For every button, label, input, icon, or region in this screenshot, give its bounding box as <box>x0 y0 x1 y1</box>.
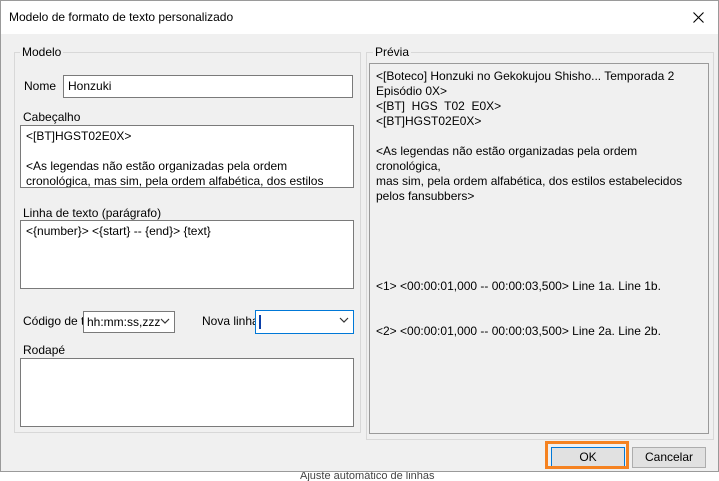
name-input[interactable]: Honzuki <box>63 75 353 98</box>
preview-group-label: Prévia <box>373 45 412 59</box>
footer-textarea[interactable] <box>20 358 354 427</box>
chevron-down-icon <box>160 318 170 324</box>
line-textarea[interactable]: <{number}> <{start} -- {end}> {text} <box>20 220 354 289</box>
cancel-button[interactable]: Cancelar <box>632 447 706 468</box>
timecode-select[interactable]: hh:mm:ss,zzz <box>83 311 175 333</box>
model-group-label: Modelo <box>20 45 64 59</box>
timecode-label: Código de t <box>23 314 83 328</box>
close-button[interactable] <box>678 1 718 33</box>
line-label: Linha de texto (parágrafo) <box>23 206 162 220</box>
timecode-select-value: hh:mm:ss,zzz <box>87 315 161 329</box>
close-icon <box>692 11 704 23</box>
newline-label: Nova linha <box>202 314 255 328</box>
selection-caret <box>259 314 261 329</box>
preview-text: <[Boteco] Honzuki no Gekokujou Shisho...… <box>369 63 709 434</box>
header-textarea[interactable]: <[BT]HGST02E0X> <As legendas não estão o… <box>20 125 354 188</box>
title-bar: Modelo de formato de texto personalizado <box>1 1 718 34</box>
dialog-title: Modelo de formato de texto personalizado <box>9 10 234 24</box>
header-label: Cabeçalho <box>23 110 81 124</box>
custom-text-format-dialog: Modelo de formato de texto personalizado… <box>0 0 719 472</box>
chevron-down-icon <box>339 317 349 323</box>
name-label: Nome <box>24 79 57 93</box>
ok-highlight-box <box>545 441 629 469</box>
footer-label: Rodapé <box>23 343 66 357</box>
newline-select[interactable] <box>255 310 354 334</box>
